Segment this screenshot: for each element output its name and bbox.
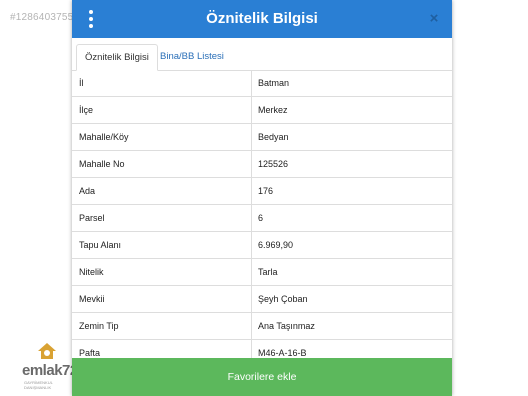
tab-bar: Öznitelik Bilgisi Bina/BB Listesi: [72, 38, 452, 71]
row-value: Ana Taşınmaz: [258, 321, 315, 331]
row-value: 6: [258, 213, 264, 223]
table-row: Mahalle No 125526: [72, 151, 452, 178]
logo-tagline: GAYRİMENKUL DANIŞMANLIK: [24, 380, 53, 390]
modal-header: Öznitelik Bilgisi ×: [72, 0, 452, 38]
row-key: Mahalle/Köy: [79, 132, 129, 142]
row-key: Mahalle No: [79, 159, 125, 169]
row-value: Şeyh Çoban: [258, 294, 308, 304]
row-key: Mevkii: [79, 294, 105, 304]
row-value: Merkez: [258, 105, 288, 115]
table-row: Tapu Alanı 6.969,90: [72, 232, 452, 259]
modal-title: Öznitelik Bilgisi: [206, 10, 318, 27]
table-row: Mahalle/Köy Bedyan: [72, 124, 452, 151]
table-row: Nitelik Tarla: [72, 259, 452, 286]
row-value: Tarla: [258, 267, 278, 277]
row-value: Bedyan: [258, 132, 289, 142]
table-row: İl Batman: [72, 70, 452, 97]
house-logo-icon: [38, 343, 56, 359]
table-row: Ada 176: [72, 178, 452, 205]
attribute-info-modal: Öznitelik Bilgisi × Öznitelik Bilgisi Bi…: [72, 0, 452, 396]
table-row: Mevkii Şeyh Çoban: [72, 286, 452, 313]
row-value: Batman: [258, 78, 290, 88]
attribute-table: İl Batman İlçe Merkez Mahalle/Köy Bedyan Ma…: [72, 70, 452, 367]
row-key: Nitelik: [79, 267, 104, 277]
logo-brand: emlak72: [22, 362, 78, 379]
site-logo: emlak72 GAYRİMENKUL DANIŞMANLIK: [22, 342, 78, 390]
table-row: Parsel 6: [72, 205, 452, 232]
row-key: Tapu Alanı: [79, 240, 122, 250]
row-key: İlçe: [79, 105, 94, 115]
row-value: 176: [258, 186, 274, 196]
row-key: Ada: [79, 186, 96, 196]
table-row: Zemin Tip Ana Taşınmaz: [72, 313, 452, 340]
tab-building-list[interactable]: Bina/BB Listesi: [152, 44, 232, 70]
row-key: İl: [79, 78, 84, 88]
tab-attribute-info[interactable]: Öznitelik Bilgisi: [76, 44, 158, 71]
row-key: Zemin Tip: [79, 321, 119, 331]
close-icon[interactable]: ×: [426, 10, 442, 28]
row-value: 6.969,90: [258, 240, 294, 250]
row-key: Parsel: [79, 213, 105, 223]
table-row: İlçe Merkez: [72, 97, 452, 124]
watermark: #1286403755: [10, 12, 74, 23]
add-to-favorites-button[interactable]: Favorilere ekle: [72, 358, 452, 396]
row-value: 125526: [258, 159, 289, 169]
